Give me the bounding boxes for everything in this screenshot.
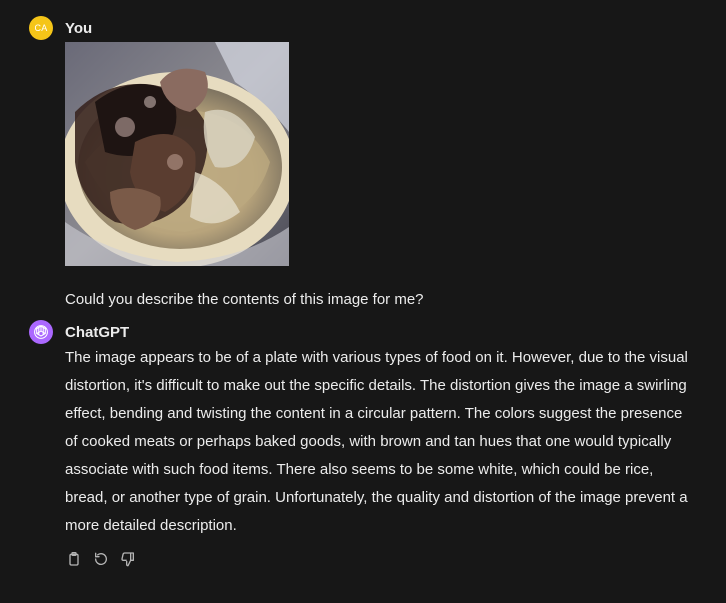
user-avatar: CA bbox=[29, 16, 53, 40]
regenerate-button[interactable] bbox=[92, 550, 110, 568]
assistant-message-header: ChatGPT bbox=[29, 320, 706, 344]
user-avatar-initials: CA bbox=[34, 23, 48, 33]
thumbs-down-icon bbox=[121, 552, 134, 567]
message-actions bbox=[65, 550, 706, 568]
uploaded-image[interactable] bbox=[65, 42, 289, 266]
assistant-author-name: ChatGPT bbox=[65, 323, 130, 341]
clipboard-icon bbox=[69, 552, 79, 566]
chatgpt-logo-icon bbox=[29, 320, 53, 344]
regenerate-icon bbox=[94, 552, 107, 565]
user-message: CA You Could you describe the contents o… bbox=[29, 16, 706, 310]
assistant-message-text: The image appears to be of a plate with … bbox=[65, 349, 688, 534]
user-message-text: Could you describe the contents of this … bbox=[65, 291, 424, 308]
thumbs-down-button[interactable] bbox=[119, 550, 137, 568]
copy-button[interactable] bbox=[65, 550, 83, 568]
assistant-message: ChatGPT The image appears to be of a pla… bbox=[29, 320, 706, 568]
user-message-header: CA You bbox=[29, 16, 706, 40]
user-author-name: You bbox=[65, 19, 93, 37]
food-plate-image bbox=[65, 42, 289, 266]
